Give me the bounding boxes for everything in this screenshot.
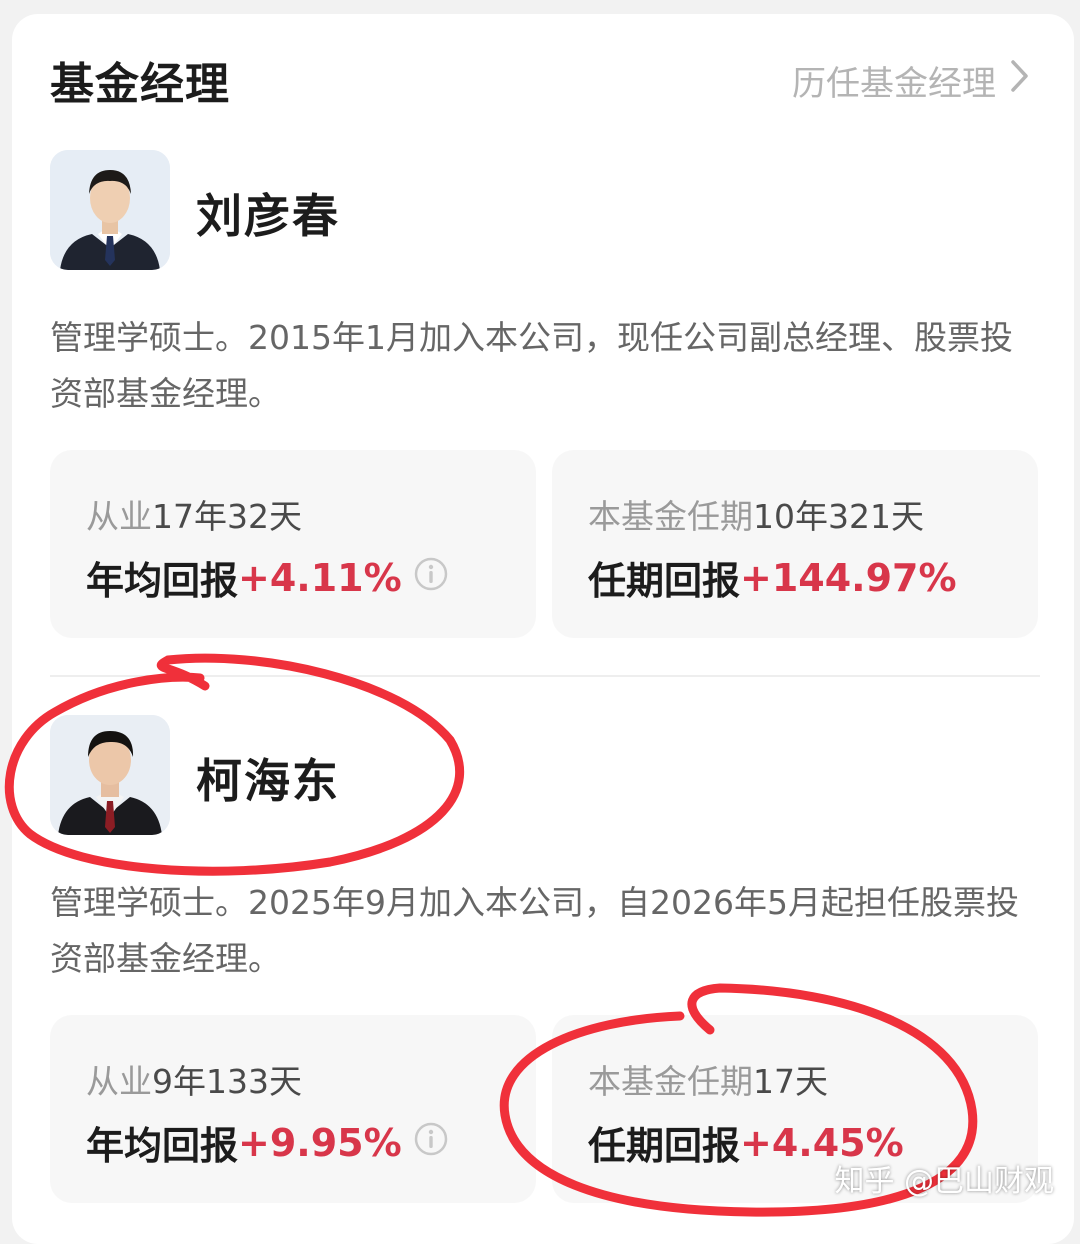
tenure-duration: 本基金任期17天 — [588, 1062, 828, 1101]
avatar[interactable] — [50, 715, 170, 835]
avatar[interactable] — [50, 150, 170, 270]
tenure-duration: 本基金任期10年321天 — [588, 497, 924, 536]
info-icon[interactable] — [414, 1121, 448, 1165]
tenure-stat-box: 本基金任期10年321天 任期回报 +144.97% — [552, 450, 1038, 638]
annual-return: 年均回报 +9.95% — [86, 1115, 448, 1170]
annual-return-value: +9.95% — [238, 1120, 402, 1165]
manager-bio: 管理学硕士。2025年9月加入本公司，自2026年5月起担任股票投资部基金经理。 — [50, 883, 1019, 978]
manager-name[interactable]: 刘彦春 — [196, 180, 340, 246]
tenure-return-value: +144.97% — [740, 555, 957, 600]
annual-return: 年均回报 +4.11% — [86, 550, 448, 605]
manager-bio: 管理学硕士。2015年1月加入本公司，现任公司副总经理、股票投资部基金经理。 — [50, 318, 1013, 413]
divider — [50, 675, 1040, 677]
watermark: 知乎 @巴山财观 — [834, 1164, 1054, 1199]
annual-return-value: +4.11% — [238, 555, 402, 600]
career-stat-box: 从业17年32天 年均回报 +4.11% — [50, 450, 536, 638]
info-icon[interactable] — [414, 556, 448, 600]
career-duration: 从业9年133天 — [86, 1062, 302, 1101]
manager-name[interactable]: 柯海东 — [196, 745, 340, 811]
section-title: 基金经理 — [50, 59, 230, 110]
tenure-return: 任期回报 +144.97% — [588, 555, 957, 604]
career-stat-box: 从业9年133天 年均回报 +9.95% — [50, 1015, 536, 1203]
history-managers-link[interactable]: 历任基金经理 — [792, 56, 1030, 105]
career-duration: 从业17年32天 — [86, 497, 302, 536]
history-link-label: 历任基金经理 — [792, 64, 996, 104]
chevron-right-icon — [1010, 59, 1030, 102]
